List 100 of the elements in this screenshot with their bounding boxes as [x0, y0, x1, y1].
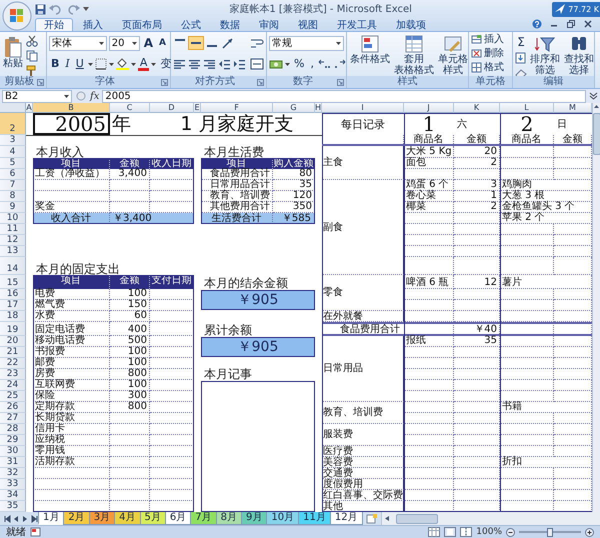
launcher-icon[interactable] — [37, 78, 44, 86]
column-letter[interactable]: F — [201, 103, 273, 113]
row-number[interactable]: 15 — [0, 275, 26, 289]
column-letter[interactable]: B — [33, 103, 110, 113]
caret-icon[interactable] — [64, 94, 69, 98]
row-number[interactable]: 6 — [0, 169, 26, 180]
page-break-icon[interactable] — [460, 527, 472, 537]
cells-menu-button[interactable]: 格式 — [471, 61, 504, 74]
align-left-icon[interactable] — [173, 58, 186, 70]
caret-icon[interactable] — [88, 62, 93, 66]
sheet-tab[interactable]: 2月 — [63, 512, 90, 525]
ribbon-tab[interactable]: 公式 — [172, 18, 210, 31]
formula-field[interactable]: 2005 — [102, 90, 586, 102]
grow-font-button[interactable]: A — [142, 36, 156, 50]
ribbon-tab[interactable]: 数据 — [211, 18, 249, 31]
row-number[interactable]: 23 — [0, 369, 26, 380]
sheet-tab[interactable]: 12月 — [330, 512, 363, 525]
sheet-tab[interactable]: 4月 — [114, 512, 140, 525]
border-icon[interactable] — [94, 58, 107, 70]
row-number[interactable]: 4 — [0, 146, 26, 158]
cells-menu-button[interactable]: 删除 — [471, 47, 504, 60]
row-number[interactable]: 2 — [0, 113, 26, 135]
underline-button[interactable]: U — [74, 57, 86, 71]
last-sheet-icon[interactable] — [31, 515, 38, 523]
caret-icon[interactable] — [285, 62, 290, 66]
function-button[interactable]: fx — [90, 90, 100, 102]
caret-icon[interactable] — [132, 42, 137, 44]
ribbon-tab[interactable]: 插入 — [74, 18, 112, 31]
paste-button[interactable]: 粘贴 — [2, 34, 24, 69]
row-number[interactable]: 29 — [0, 435, 26, 446]
row-number[interactable]: 22 — [0, 358, 26, 369]
close-icon[interactable] — [583, 19, 593, 29]
vertical-scrollbar[interactable] — [592, 103, 600, 512]
row-number[interactable]: 24 — [0, 380, 26, 391]
row-number[interactable]: 20 — [0, 336, 26, 347]
row-number[interactable]: 16 — [0, 289, 26, 300]
next-sheet-icon[interactable] — [22, 515, 29, 523]
row-number[interactable]: 25 — [0, 391, 26, 402]
wrap-text-icon[interactable] — [250, 37, 264, 49]
row-number[interactable]: 19 — [0, 322, 26, 336]
font-color-button[interactable]: A — [138, 57, 150, 71]
help-icon[interactable] — [532, 19, 542, 29]
column-letter[interactable]: D — [150, 103, 194, 113]
scroll-thumb[interactable] — [396, 514, 438, 524]
sheet-tab[interactable]: 11月 — [298, 512, 331, 525]
row-number[interactable]: 28 — [0, 424, 26, 435]
row-number[interactable]: 32 — [0, 468, 26, 479]
row-number[interactable]: 8 — [0, 191, 26, 202]
restore-icon[interactable] — [566, 19, 576, 29]
row-number[interactable]: 5 — [0, 158, 26, 169]
expand-icon[interactable] — [589, 91, 598, 101]
bold-button[interactable]: B — [49, 57, 62, 71]
column-letter[interactable]: H — [315, 103, 322, 113]
middle-align-icon[interactable] — [189, 37, 203, 49]
table-format-button[interactable]: 套用 表格格式 — [393, 34, 435, 76]
column-letter[interactable]: C — [110, 103, 150, 113]
ribbon-tab[interactable]: 页面布局 — [113, 18, 171, 31]
align-right-icon[interactable] — [203, 58, 216, 70]
first-sheet-icon[interactable] — [4, 515, 11, 523]
scroll-left-icon[interactable] — [384, 515, 390, 522]
sheet-tab[interactable]: 5月 — [140, 512, 166, 525]
phonetic-button[interactable]: 变 — [158, 57, 174, 71]
caret-icon[interactable] — [130, 62, 136, 66]
row-number[interactable]: 30 — [0, 446, 26, 457]
italic-button[interactable]: I — [63, 57, 72, 71]
row-number[interactable]: 10 — [0, 213, 26, 224]
indent-decrease-icon[interactable] — [218, 58, 231, 70]
column-letter[interactable]: G — [273, 103, 315, 113]
launcher-icon[interactable] — [161, 78, 168, 86]
normal-view-icon[interactable] — [428, 527, 440, 537]
decrease-decimal-icon[interactable] — [332, 58, 346, 70]
indent-increase-icon[interactable] — [233, 58, 246, 70]
sheet-tab[interactable]: 3月 — [88, 512, 116, 525]
copy-icon[interactable] — [26, 50, 38, 62]
row-number[interactable]: 3 — [0, 135, 26, 146]
row-number[interactable]: 34 — [0, 490, 26, 501]
column-letter[interactable]: I — [322, 103, 404, 113]
caret-icon[interactable] — [108, 62, 114, 66]
speed-widget[interactable]: 77.72 K — [552, 2, 600, 16]
conditional-format-button[interactable]: 条件格式 — [349, 34, 391, 65]
find-select-button[interactable]: 查找和 选择 — [563, 34, 595, 76]
row-number[interactable]: 13 — [0, 246, 26, 257]
column-letter[interactable]: A — [26, 103, 33, 113]
cell-styles-button[interactable]: 单元格 样式 — [437, 34, 469, 76]
launcher-icon[interactable] — [257, 78, 264, 86]
name-box[interactable]: B2 — [2, 90, 72, 102]
comma-button[interactable]: , — [308, 57, 316, 71]
font-size-field[interactable]: 20 — [108, 36, 140, 50]
sheet-tab[interactable]: 10月 — [266, 512, 300, 525]
ribbon-tab[interactable]: 加载项 — [387, 18, 435, 31]
font-name-field[interactable]: 宋体 — [49, 36, 107, 50]
scroll-thumb[interactable] — [592, 113, 600, 155]
zoom-level[interactable]: 100% — [476, 527, 502, 537]
cells-menu-button[interactable]: 插入 — [471, 33, 504, 46]
ribbon-tab[interactable]: 视图 — [289, 18, 327, 31]
column-letter[interactable]: L — [500, 103, 554, 113]
row-number[interactable]: 31 — [0, 457, 26, 468]
launcher-icon[interactable] — [337, 78, 344, 86]
column-letter[interactable]: J — [404, 103, 454, 113]
row-number[interactable]: 11 — [0, 224, 26, 235]
